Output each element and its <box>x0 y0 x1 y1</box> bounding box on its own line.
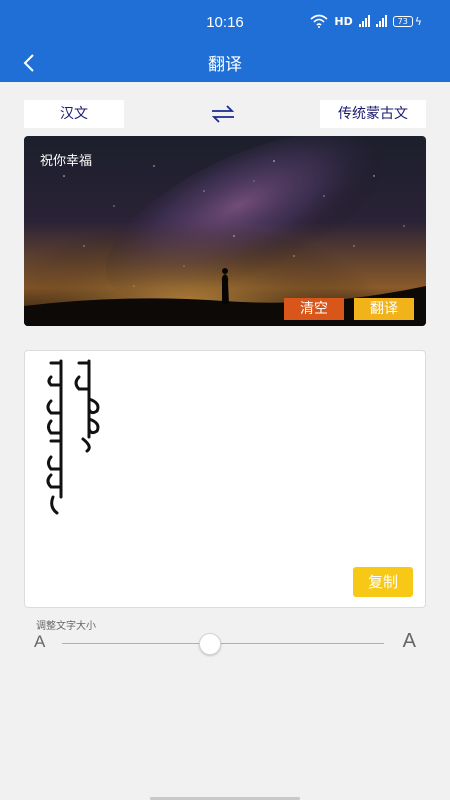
page-title: 翻译 <box>208 55 242 75</box>
small-font-marker: A <box>34 632 46 651</box>
hd-indicator: HD <box>334 14 353 28</box>
signal-5g-icon <box>358 15 370 27</box>
swap-arrows-icon[interactable] <box>210 104 236 124</box>
output-card: 复制 <box>24 350 426 608</box>
translate-button[interactable]: 翻译 <box>354 298 414 320</box>
font-size-slider[interactable] <box>62 633 384 655</box>
copy-button[interactable]: 复制 <box>353 567 413 597</box>
source-text[interactable]: 祝你幸福 <box>40 150 92 169</box>
charging-icon: ϟ <box>414 14 422 28</box>
translation-output-glyphs[interactable] <box>43 357 113 527</box>
battery-level: 73 <box>392 15 413 27</box>
target-language-button[interactable]: 传统蒙古文 <box>320 100 426 128</box>
input-card: 祝你幸福 清空 翻译 <box>24 136 426 326</box>
status-icons: HD 73 ϟ <box>310 14 422 28</box>
language-selector: 汉文 传统蒙古文 <box>24 100 426 128</box>
slider-thumb[interactable] <box>199 633 222 655</box>
clear-button[interactable]: 清空 <box>284 298 344 320</box>
nav-bar: 翻译 <box>0 44 450 82</box>
battery-icon: 73 ϟ <box>392 14 422 28</box>
wifi-icon <box>310 14 328 28</box>
status-bar: 10:16 HD 73 ϟ <box>0 0 450 44</box>
large-font-marker: A <box>402 630 416 652</box>
source-language-button[interactable]: 汉文 <box>24 100 124 128</box>
font-size-control: A A <box>30 630 420 656</box>
signal-4g-icon <box>375 15 387 27</box>
